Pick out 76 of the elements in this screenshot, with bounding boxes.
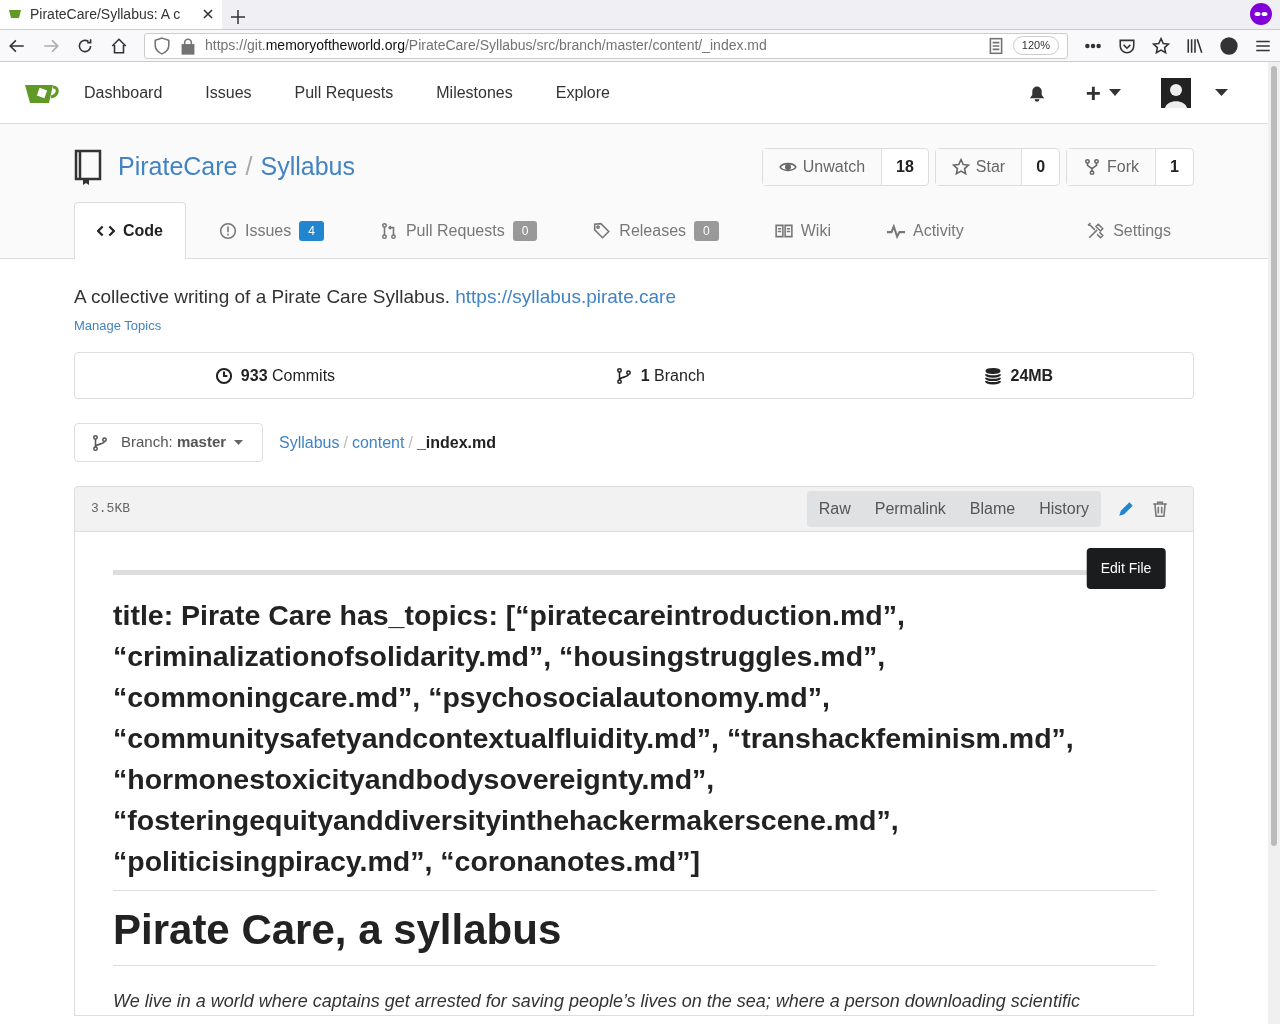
scrollbar[interactable] (1268, 62, 1280, 1024)
file-action-button[interactable]: Blame (957, 491, 1028, 527)
nav-link[interactable]: Explore (555, 80, 610, 105)
branch-dropdown[interactable]: Branch: master (74, 423, 263, 462)
browser-tab[interactable]: PirateCare/Syllabus: A c (0, 0, 222, 29)
reload-icon[interactable] (76, 36, 94, 55)
nav-link[interactable]: Issues (205, 80, 252, 105)
stat-link[interactable]: 1 Branch (640, 363, 705, 388)
tools-icon (1087, 221, 1106, 240)
breadcrumb-separator: / (343, 432, 348, 453)
fork-icon (1083, 158, 1102, 176)
history-icon (214, 366, 233, 385)
count-badge: 0 (512, 220, 538, 241)
manage-topics-link[interactable]: Manage Topics (74, 315, 162, 335)
stat-link[interactable]: 24MB (1010, 363, 1054, 388)
shield-icon (153, 36, 171, 55)
address-bar[interactable]: https://git.memoryoftheworld.org/PirateCare/Syllabus/src/branch/master/content/_index.md 120% (144, 32, 1068, 59)
home-icon[interactable] (110, 36, 128, 55)
repo-tab[interactable]: Wiki (751, 202, 854, 258)
database-icon (984, 366, 1003, 385)
file-size: 3.5KB (91, 500, 130, 519)
breadcrumb-separator: / (408, 432, 413, 453)
page-heading: Pirate Care, a syllabus (113, 905, 1155, 967)
branch-icon (91, 433, 109, 452)
star-icon (951, 158, 970, 176)
watch-count[interactable]: 18 (882, 149, 928, 185)
star-icon[interactable] (1152, 36, 1170, 55)
tab-title: PirateCare/Syllabus: A c (30, 4, 181, 24)
file-action-button[interactable]: Permalink (862, 491, 958, 527)
path-separator: / (245, 151, 253, 183)
file-action-button[interactable]: Raw (806, 491, 863, 527)
stat-link[interactable]: 933 Commits (240, 363, 336, 388)
library-icon[interactable] (1186, 36, 1204, 55)
pencil-icon[interactable] (1117, 500, 1135, 518)
new-tab-icon[interactable] (230, 9, 246, 25)
repo-tab[interactable]: Issues 4 (196, 202, 347, 258)
file-action-button[interactable]: History (1027, 491, 1101, 527)
repo-owner-link[interactable]: PirateCare (118, 148, 238, 186)
nav-link[interactable]: Milestones (436, 80, 513, 105)
repo-name-link[interactable]: Syllabus (260, 148, 355, 186)
breadcrumb-link[interactable]: Syllabus (279, 430, 340, 455)
watch-button[interactable]: Unwatch (762, 149, 883, 185)
pull-request-icon (379, 221, 398, 240)
tag-icon (593, 221, 612, 240)
nav-link[interactable]: Dashboard (84, 80, 163, 105)
intro-paragraph: We live in a world where captains get arrested for saving people’s lives on the sea; where a person downloading scientific (113, 990, 1081, 1014)
repo-description: A collective writing of a Pirate Care Syllabus. https://syllabus.pirate.care (74, 285, 677, 309)
star-count[interactable]: 0 (1022, 149, 1060, 185)
breadcrumb-link[interactable]: content (351, 430, 405, 455)
website-link[interactable]: https://syllabus.pirate.care (455, 286, 676, 307)
nav-link[interactable]: Pull Requests (294, 80, 394, 105)
fork-button[interactable]: Fork (1067, 149, 1157, 185)
cup-icon (8, 8, 22, 20)
caret-icon (1109, 88, 1121, 97)
pulse-icon (886, 221, 905, 240)
repo-tab[interactable]: Code (74, 202, 186, 259)
mask-icon (1250, 3, 1272, 25)
repo-tab[interactable]: Releases 0 (570, 202, 742, 258)
repo-tab[interactable]: Pull Requests 0 (356, 202, 561, 258)
current-file: _index.md (416, 432, 496, 453)
trash-icon[interactable] (1151, 500, 1169, 518)
repo-tab[interactable]: Activity (863, 202, 987, 258)
branch-icon (614, 366, 633, 385)
create-menu[interactable]: + (1085, 79, 1121, 106)
repo-icon (74, 149, 102, 185)
count-badge: 0 (694, 220, 719, 241)
caret-icon (234, 439, 244, 446)
repo-tab[interactable]: Settings (1064, 202, 1194, 258)
fork-count[interactable]: 1 (1156, 149, 1193, 185)
count-badge: 4 (299, 220, 324, 241)
lock-icon (179, 36, 197, 55)
star-button[interactable]: Star (935, 149, 1023, 185)
close-icon[interactable] (202, 8, 214, 20)
issue-icon (219, 221, 237, 240)
avatar-icon[interactable] (1161, 77, 1191, 108)
caret-icon[interactable] (1215, 88, 1228, 97)
